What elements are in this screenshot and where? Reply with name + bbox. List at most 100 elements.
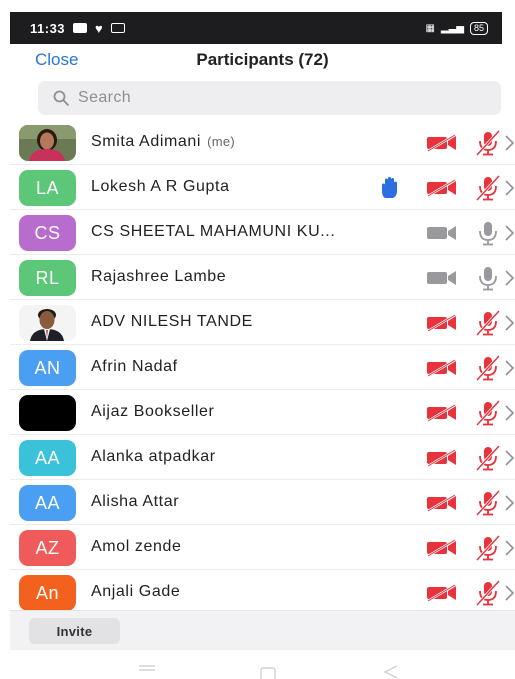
participant-row[interactable]: LA Lokesh A R Gupta — [10, 165, 515, 210]
participant-row[interactable]: RL Rajashree Lambe — [10, 255, 515, 300]
search-bar[interactable] — [38, 81, 501, 115]
participant-row[interactable]: CS CS SHEETAL MAHAMUNI KU... — [10, 210, 515, 255]
chevron-right-icon[interactable] — [504, 314, 515, 332]
back-nav-icon[interactable] — [383, 665, 399, 679]
close-button[interactable]: Close — [35, 50, 78, 70]
participant-name: Smita Adimani (me) — [91, 133, 235, 151]
participant-name: Lokesh A R Gupta — [91, 178, 230, 196]
heart-icon: ♥ — [95, 20, 103, 36]
volte-icon: ▦ — [425, 22, 435, 34]
participant-name-text: Rajashree Lambe — [91, 268, 227, 285]
avatar — [19, 305, 76, 341]
menu-nav-icon[interactable] — [138, 664, 156, 674]
avatar — [19, 125, 76, 161]
mic-muted-icon[interactable] — [473, 534, 503, 562]
avatar: CS — [19, 215, 76, 251]
avatar: RL — [19, 260, 76, 296]
video-off-icon[interactable] — [425, 538, 459, 558]
participant-row[interactable]: AA Alisha Attar — [10, 480, 515, 525]
video-off-icon[interactable] — [425, 403, 459, 423]
notification-icon — [110, 23, 125, 33]
chevron-right-icon[interactable] — [504, 584, 515, 602]
avatar: AA — [19, 440, 76, 476]
video-off-icon[interactable] — [425, 358, 459, 378]
participant-name: Rajashree Lambe — [91, 268, 226, 286]
video-off-icon[interactable] — [425, 448, 459, 468]
battery-level: 85 — [473, 22, 484, 33]
chevron-right-icon[interactable] — [504, 269, 515, 287]
search-icon — [53, 90, 69, 106]
mic-icon[interactable] — [473, 264, 503, 292]
mic-muted-icon[interactable] — [473, 309, 503, 337]
avatar — [19, 395, 76, 431]
page-title: Participants (72) — [196, 50, 329, 69]
system-nav-bar — [0, 652, 515, 679]
avatar: AA — [19, 485, 76, 521]
chevron-right-icon[interactable] — [504, 134, 515, 152]
chevron-right-icon[interactable] — [504, 179, 515, 197]
participant-row[interactable]: An Anjali Gade — [10, 570, 515, 610]
profile-photo — [19, 395, 76, 431]
participant-name-text: Afrin Nadaf — [91, 358, 178, 375]
mic-icon[interactable] — [473, 219, 503, 247]
participant-name: Aijaz Bookseller — [91, 403, 214, 421]
participant-name-text: Alisha Attar — [91, 493, 180, 510]
participant-name-text: Amol zende — [91, 538, 182, 555]
mic-muted-icon[interactable] — [473, 129, 503, 157]
header: Close Participants (72) — [10, 44, 515, 76]
video-off-icon[interactable] — [425, 133, 459, 153]
participant-name-text: Aijaz Bookseller — [91, 403, 215, 420]
participant-name-text: Lokesh A R Gupta — [91, 178, 230, 195]
mic-muted-icon[interactable] — [473, 354, 503, 382]
video-off-icon[interactable] — [425, 178, 459, 198]
chevron-right-icon[interactable] — [504, 449, 515, 467]
participant-row[interactable]: AA Alanka atpadkar — [10, 435, 515, 480]
participant-row[interactable]: Smita Adimani (me) — [10, 120, 515, 165]
participant-name-text: Anjali Gade — [91, 583, 181, 600]
participant-name-text: Smita Adimani — [91, 133, 202, 150]
raised-hand-icon[interactable] — [378, 176, 404, 200]
home-nav-icon[interactable] — [260, 667, 276, 679]
signal-icon: ▂▃▅ — [440, 22, 464, 34]
chevron-right-icon[interactable] — [504, 224, 515, 242]
participant-name: Alisha Attar — [91, 493, 179, 511]
profile-photo — [19, 305, 76, 341]
battery-icon: 85 — [469, 21, 488, 35]
mic-muted-icon[interactable] — [473, 174, 503, 202]
participant-name: Afrin Nadaf — [91, 358, 178, 376]
participant-row[interactable]: ADV NILESH TANDE — [10, 300, 515, 345]
participant-name: Anjali Gade — [91, 583, 180, 601]
participant-name: Alanka atpadkar — [91, 448, 216, 466]
message-icon — [73, 23, 88, 33]
mic-muted-icon[interactable] — [473, 579, 503, 607]
avatar: An — [19, 575, 76, 610]
chevron-right-icon[interactable] — [504, 539, 515, 557]
participant-name: CS SHEETAL MAHAMUNI KU... — [91, 223, 335, 241]
video-icon[interactable] — [425, 268, 459, 288]
video-off-icon[interactable] — [425, 493, 459, 513]
chevron-right-icon[interactable] — [504, 359, 515, 377]
video-off-icon[interactable] — [425, 583, 459, 603]
chevron-right-icon[interactable] — [504, 494, 515, 512]
bottom-bar: Invite — [10, 610, 515, 650]
avatar: LA — [19, 170, 76, 206]
participant-row[interactable]: AZ Amol zende — [10, 525, 515, 570]
mic-muted-icon[interactable] — [473, 444, 503, 472]
participant-row[interactable]: AN Afrin Nadaf — [10, 345, 515, 390]
video-icon[interactable] — [425, 223, 459, 243]
participant-name-text: ADV NILESH TANDE — [91, 313, 253, 330]
participant-name-text: CS SHEETAL MAHAMUNI KU... — [91, 223, 336, 240]
participant-name-text: Alanka atpadkar — [91, 448, 216, 465]
invite-button[interactable]: Invite — [29, 618, 120, 644]
mic-muted-icon[interactable] — [473, 489, 503, 517]
participant-row[interactable]: Aijaz Bookseller — [10, 390, 515, 435]
participant-name: ADV NILESH TANDE — [91, 313, 253, 331]
profile-photo — [19, 125, 76, 161]
status-time: 11:33 — [30, 20, 66, 36]
mic-muted-icon[interactable] — [473, 399, 503, 427]
me-label: (me) — [207, 134, 235, 149]
video-off-icon[interactable] — [425, 313, 459, 333]
search-input[interactable] — [78, 89, 458, 107]
chevron-right-icon[interactable] — [504, 404, 515, 422]
participant-name: Amol zende — [91, 538, 182, 556]
